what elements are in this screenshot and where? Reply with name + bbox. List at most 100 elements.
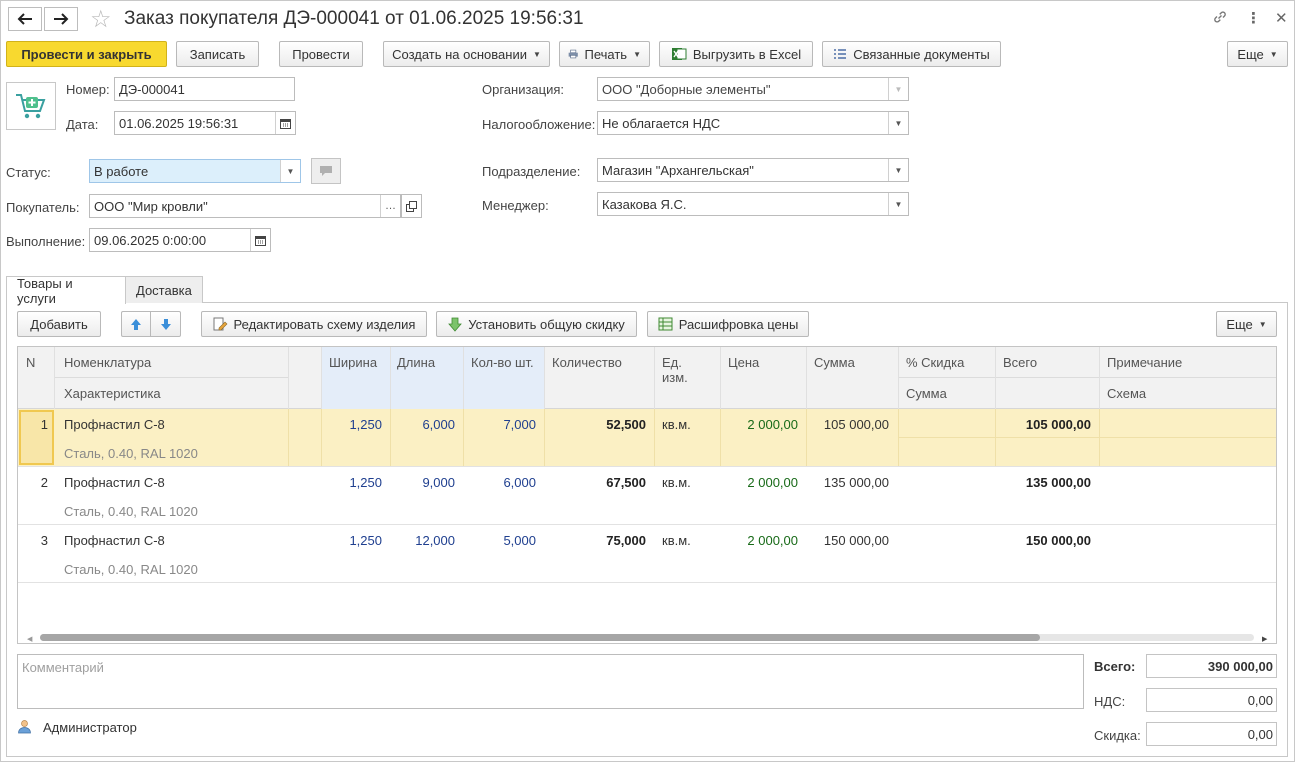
calendar-icon[interactable]	[275, 112, 295, 134]
status-label: Статус:	[6, 165, 51, 180]
row-3-pieces[interactable]: 5,000	[464, 533, 536, 548]
col-header-quantity[interactable]: Количество	[552, 355, 622, 370]
row-1-length[interactable]: 6,000	[391, 417, 455, 432]
row-2-unit[interactable]: кв.м.	[662, 475, 691, 490]
set-discount-label: Установить общую скидку	[468, 316, 625, 332]
col-header-discount-sum[interactable]: Сумма	[906, 386, 947, 401]
col-header-discount-pct[interactable]: % Скидка	[906, 355, 964, 370]
buyer-field[interactable]: ООО "Мир кровли" …	[89, 194, 401, 218]
row-1-quantity[interactable]: 52,500	[545, 417, 646, 432]
taxation-select[interactable]: Не облагается НДС ▼	[597, 111, 909, 135]
save-button[interactable]: Записать	[176, 41, 259, 67]
more-button[interactable]: Еще ▼	[1227, 41, 1288, 67]
row-1-total[interactable]: 105 000,00	[996, 417, 1091, 432]
col-header-n[interactable]: N	[26, 355, 35, 370]
row-1-price[interactable]: 2 000,00	[721, 417, 798, 432]
row-3-characteristic[interactable]: Сталь, 0.40, RAL 1020	[64, 562, 198, 577]
open-buyer-button[interactable]	[401, 194, 422, 218]
export-excel-button[interactable]: Выгрузить в Excel	[659, 41, 813, 67]
comment-bubble-button[interactable]	[311, 158, 341, 184]
row-3-unit[interactable]: кв.м.	[662, 533, 691, 548]
row-3-width[interactable]: 1,250	[322, 533, 382, 548]
link-icon[interactable]	[1212, 9, 1228, 29]
post-button[interactable]: Провести	[279, 41, 363, 67]
create-based-on-button[interactable]: Создать на основании ▼	[383, 41, 550, 67]
chevron-down-icon[interactable]: ▼	[888, 112, 908, 134]
status-select[interactable]: В работе ▼	[89, 159, 301, 183]
edit-scheme-button[interactable]: Редактировать схему изделия	[201, 311, 427, 337]
row-1-pieces[interactable]: 7,000	[464, 417, 536, 432]
execution-date-field[interactable]: 09.06.2025 0:00:00	[89, 228, 271, 252]
chevron-down-icon[interactable]: ▼	[280, 160, 300, 182]
row-1-n[interactable]: 1	[18, 417, 48, 432]
row-3-sum[interactable]: 150 000,00	[807, 533, 889, 548]
row-1-characteristic[interactable]: Сталь, 0.40, RAL 1020	[64, 446, 198, 461]
row-1-width[interactable]: 1,250	[322, 417, 382, 432]
calendar-icon[interactable]	[250, 229, 270, 251]
more-vertical-icon[interactable]: ⋮	[1246, 9, 1261, 27]
row-3-price[interactable]: 2 000,00	[721, 533, 798, 548]
set-discount-button[interactable]: Установить общую скидку	[436, 311, 637, 337]
organization-select[interactable]: ООО "Доборные элементы" ▼	[597, 77, 909, 101]
chevron-down-icon[interactable]: ▼	[888, 78, 908, 100]
col-header-scheme[interactable]: Схема	[1107, 386, 1146, 401]
row-2-n[interactable]: 2	[18, 475, 48, 490]
back-button[interactable]	[8, 7, 42, 31]
scroll-right-icon[interactable]: ▶	[1262, 635, 1267, 643]
forward-button[interactable]	[44, 7, 78, 31]
horizontal-scrollbar-thumb[interactable]	[40, 634, 1040, 641]
col-header-sum[interactable]: Сумма	[814, 355, 855, 370]
scroll-left-icon[interactable]: ◀	[27, 635, 32, 643]
favorite-star-icon[interactable]: ☆	[90, 5, 112, 34]
close-icon[interactable]: ✕	[1275, 9, 1288, 27]
select-ellipsis-icon[interactable]: …	[380, 195, 400, 217]
price-breakdown-button[interactable]: Расшифровка цены	[647, 311, 809, 337]
col-header-unit[interactable]: Ед. изм.	[662, 355, 702, 385]
col-header-length[interactable]: Длина	[397, 355, 435, 370]
row-2-width[interactable]: 1,250	[322, 475, 382, 490]
col-header-characteristic[interactable]: Характеристика	[64, 386, 161, 401]
add-row-button[interactable]: Добавить	[17, 311, 101, 337]
col-header-width[interactable]: Ширина	[329, 355, 377, 370]
export-excel-label: Выгрузить в Excel	[692, 46, 802, 62]
comment-textarea[interactable]: Комментарий	[17, 654, 1084, 709]
row-1-sum[interactable]: 105 000,00	[807, 417, 889, 432]
number-field[interactable]: ДЭ-000041	[114, 77, 295, 101]
row-3-total[interactable]: 150 000,00	[996, 533, 1091, 548]
row-1-name[interactable]: Профнастил С-8	[64, 417, 165, 432]
move-up-button[interactable]	[121, 311, 150, 337]
move-down-button[interactable]	[150, 311, 181, 337]
chevron-down-icon[interactable]: ▼	[888, 193, 908, 215]
col-header-nomenclature[interactable]: Номенклатура	[64, 355, 151, 370]
row-2-sum[interactable]: 135 000,00	[807, 475, 889, 490]
document-type-icon	[6, 82, 56, 130]
discount-arrow-icon	[448, 317, 463, 332]
tab-goods-services[interactable]: Товары и услуги	[6, 276, 126, 306]
row-2-pieces[interactable]: 6,000	[464, 475, 536, 490]
post-and-close-button[interactable]: Провести и закрыть	[6, 41, 167, 67]
row-3-n[interactable]: 3	[18, 533, 48, 548]
row-2-name[interactable]: Профнастил С-8	[64, 475, 165, 490]
tab-delivery[interactable]: Доставка	[125, 276, 203, 303]
row-2-characteristic[interactable]: Сталь, 0.40, RAL 1020	[64, 504, 198, 519]
col-header-note[interactable]: Примечание	[1107, 355, 1182, 370]
col-header-price[interactable]: Цена	[728, 355, 759, 370]
chevron-down-icon[interactable]: ▼	[888, 159, 908, 181]
related-documents-button[interactable]: Связанные документы	[822, 41, 1001, 67]
row-3-quantity[interactable]: 75,000	[545, 533, 646, 548]
row-2-quantity[interactable]: 67,500	[545, 475, 646, 490]
table-more-button[interactable]: Еще ▼	[1216, 311, 1277, 337]
row-2-price[interactable]: 2 000,00	[721, 475, 798, 490]
row-3-length[interactable]: 12,000	[391, 533, 455, 548]
col-divider	[995, 347, 996, 409]
row-2-total[interactable]: 135 000,00	[996, 475, 1091, 490]
row-2-length[interactable]: 9,000	[391, 475, 455, 490]
date-field[interactable]: 01.06.2025 19:56:31	[114, 111, 296, 135]
row-3-name[interactable]: Профнастил С-8	[64, 533, 165, 548]
row-1-unit[interactable]: кв.м.	[662, 417, 691, 432]
print-button[interactable]: Печать ▼	[559, 41, 650, 67]
department-select[interactable]: Магазин "Архангельская" ▼	[597, 158, 909, 182]
manager-select[interactable]: Казакова Я.С. ▼	[597, 192, 909, 216]
col-header-pieces[interactable]: Кол-во шт.	[471, 355, 534, 370]
col-header-total[interactable]: Всего	[1003, 355, 1037, 370]
